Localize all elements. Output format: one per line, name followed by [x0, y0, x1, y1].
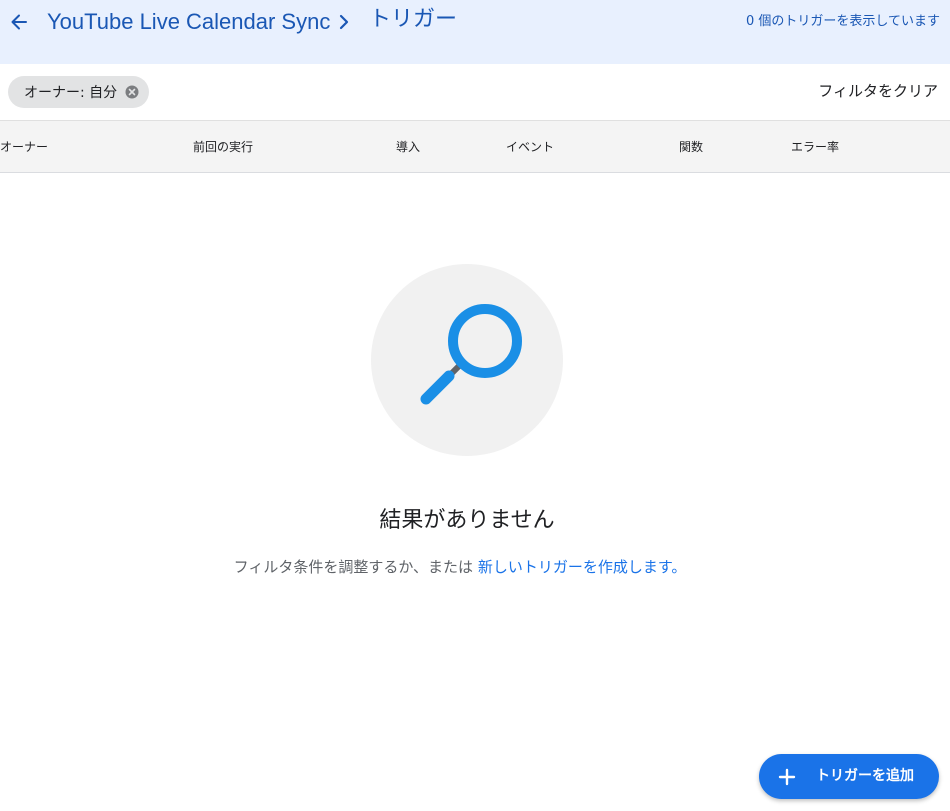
clear-filters-button[interactable]: フィルタをクリア: [818, 81, 938, 101]
add-trigger-button[interactable]: トリガーを追加: [759, 754, 939, 799]
column-last-run[interactable]: 前回の実行: [193, 138, 253, 156]
empty-state-description: フィルタ条件を調整するか、または 新しいトリガーを作成します。: [0, 556, 920, 578]
plus-icon: [778, 768, 796, 786]
create-trigger-link[interactable]: 新しいトリガーを作成します。: [478, 558, 687, 576]
magnifier-icon: [420, 304, 522, 405]
column-event[interactable]: イベント: [506, 138, 554, 156]
page-title: トリガー: [369, 7, 458, 32]
owner-filter-chip-label: オーナー: 自分: [24, 85, 118, 101]
column-owner[interactable]: オーナー: [0, 138, 48, 156]
add-trigger-label: トリガーを追加: [816, 768, 914, 784]
column-deployment[interactable]: 導入: [396, 138, 420, 156]
back-button[interactable]: [6, 8, 32, 36]
arrow-left-icon: [11, 14, 27, 30]
empty-state-description-text: フィルタ条件を調整するか、または: [233, 558, 474, 576]
column-error-rate[interactable]: エラー率: [791, 138, 839, 156]
table-header: オーナー 前回の実行 導入 イベント 関数 エラー率: [0, 120, 950, 173]
empty-state-title: 結果がありません: [379, 508, 555, 533]
chevron-right-icon: [339, 14, 349, 30]
filter-bar: オーナー: 自分 フィルタをクリア: [0, 64, 950, 120]
chip-remove-button[interactable]: [125, 85, 139, 99]
project-title[interactable]: YouTube Live Calendar Sync: [47, 8, 330, 36]
cancel-circle-icon: [125, 85, 139, 99]
page-header: YouTube Live Calendar Sync トリガー 0 個のトリガー…: [0, 0, 950, 64]
owner-filter-chip[interactable]: オーナー: 自分: [8, 76, 150, 108]
column-function[interactable]: 関数: [679, 138, 703, 156]
empty-state-illustration: [371, 264, 563, 456]
trigger-count: 0 個のトリガーを表示しています: [745, 14, 940, 29]
